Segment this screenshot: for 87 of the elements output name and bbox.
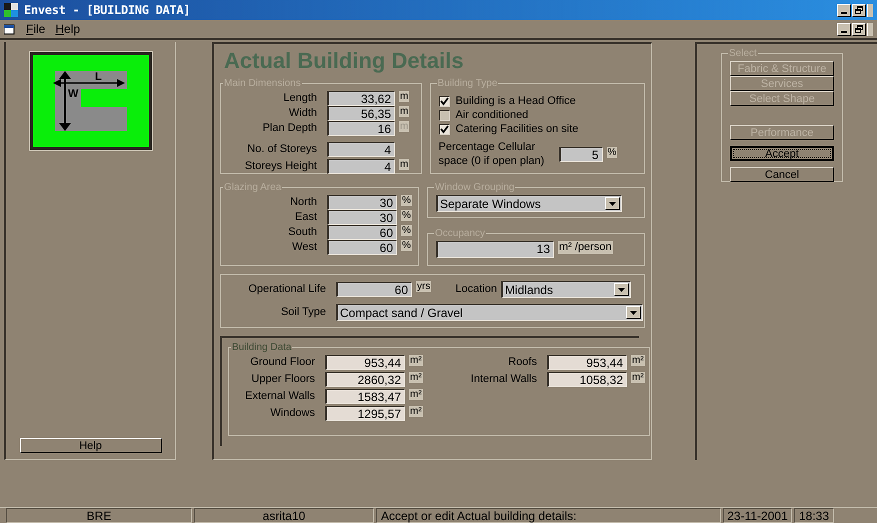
input-field[interactable]: 33,62 <box>327 91 395 106</box>
minimize-button[interactable] <box>837 22 851 36</box>
unit-label: m² <box>409 355 423 366</box>
width-label: W <box>68 88 78 100</box>
window-title: Envest - [BUILDING DATA] <box>24 2 190 19</box>
caret-icon <box>630 310 637 314</box>
input-field[interactable]: 2860,32 <box>325 372 405 387</box>
unit-label: % <box>401 225 412 236</box>
caret-icon <box>609 202 616 206</box>
input-field[interactable]: 13 <box>436 241 554 258</box>
input-field[interactable]: 1583,47 <box>325 389 405 404</box>
field-label: Location <box>455 282 497 298</box>
unit-label: m² <box>631 372 645 383</box>
checkbox[interactable] <box>438 110 450 121</box>
status-field: Accept or edit Actual building details: <box>376 508 721 523</box>
unit-label: m² <box>409 389 423 400</box>
field-label: Internal Walls <box>470 372 538 387</box>
button[interactable]: Accept <box>730 146 834 161</box>
input-field[interactable]: 16 <box>327 121 395 136</box>
field-label: Storeys Height <box>244 159 318 174</box>
field-label: External Walls <box>244 389 316 404</box>
input-field[interactable]: 30 <box>327 210 397 225</box>
unit-label: % <box>401 210 412 221</box>
unit-label: m <box>399 91 410 102</box>
page-heading: Actual Building Details <box>223 48 465 74</box>
input-field[interactable]: 1295,57 <box>325 406 405 421</box>
input-field[interactable]: 953,44 <box>325 355 405 370</box>
input-field[interactable]: 30 <box>327 195 397 210</box>
restore-button[interactable] <box>852 22 866 36</box>
checkbox-label: Building is a Head Office <box>456 95 576 108</box>
unit-label: m <box>399 159 410 170</box>
unit-label: m <box>399 106 410 117</box>
field-label: Plan Depth <box>262 121 318 136</box>
group-title: Building Data <box>231 341 292 355</box>
field-label: Windows <box>269 406 316 421</box>
dropdown[interactable]: Midlands <box>500 281 631 298</box>
field-label: Width <box>288 106 318 121</box>
field-label: West <box>291 240 318 255</box>
checkbox[interactable] <box>438 96 450 107</box>
restore-button[interactable] <box>852 4 866 16</box>
unit-label: m² <box>631 355 645 366</box>
field-label: Roofs <box>507 355 538 370</box>
button[interactable]: Cancel <box>730 167 834 182</box>
field-label: Upper Floors <box>250 372 316 387</box>
input-field[interactable]: 1058,32 <box>547 372 627 387</box>
unit-label: % <box>401 240 412 251</box>
input-field[interactable]: 4 <box>327 142 395 157</box>
unit-label: % <box>606 146 618 158</box>
app-icon <box>4 3 18 17</box>
input-field[interactable]: 4 <box>327 159 395 174</box>
document-icon <box>4 24 16 34</box>
checkbox-label: Air conditioned <box>456 109 528 122</box>
input-field[interactable]: 60 <box>327 225 397 240</box>
status-field: 23-11-2001 <box>723 508 792 523</box>
status-field: asrita10 <box>194 508 374 523</box>
input-field[interactable]: 60 <box>327 240 397 255</box>
menu-item[interactable]: Help <box>55 22 80 36</box>
status-field: BRE <box>6 508 192 523</box>
unit-label: % <box>401 195 412 206</box>
field-label: East <box>294 210 318 225</box>
length-label: L <box>94 71 102 83</box>
input-field[interactable]: 56,35 <box>327 106 395 121</box>
input-field[interactable]: 60 <box>336 282 412 297</box>
menu-item[interactable]: File <box>26 22 46 36</box>
field-label: South <box>287 225 318 240</box>
field-label: Operational Life <box>247 282 327 297</box>
field-label: Soil Type <box>280 305 327 320</box>
unit-label: m² /person <box>558 241 613 254</box>
field-label: Length <box>282 91 318 106</box>
unit-label: yrs <box>416 281 432 292</box>
status-field: 18:33 <box>794 508 834 523</box>
dropdown[interactable]: Compact sand / Gravel <box>336 304 643 321</box>
caret-icon <box>618 288 625 292</box>
field-label: Percentage Cellular space (0 if open plan) <box>438 140 546 168</box>
input-field[interactable]: 953,44 <box>547 355 627 370</box>
minimize-button[interactable] <box>837 4 851 16</box>
field-label: North <box>289 195 318 210</box>
checkbox-label: Catering Facilities on site <box>456 123 578 136</box>
field-label: Ground Floor <box>249 355 316 370</box>
field-label: No. of Storeys <box>246 142 318 157</box>
checkbox[interactable] <box>438 124 450 135</box>
close-button[interactable] <box>867 22 873 36</box>
input-field[interactable]: 5 <box>558 146 603 162</box>
help-button[interactable]: Help <box>20 438 162 453</box>
dropdown[interactable]: Separate Windows <box>436 195 622 212</box>
unit-label: m² <box>409 406 423 417</box>
unit-label: m² <box>409 372 423 383</box>
